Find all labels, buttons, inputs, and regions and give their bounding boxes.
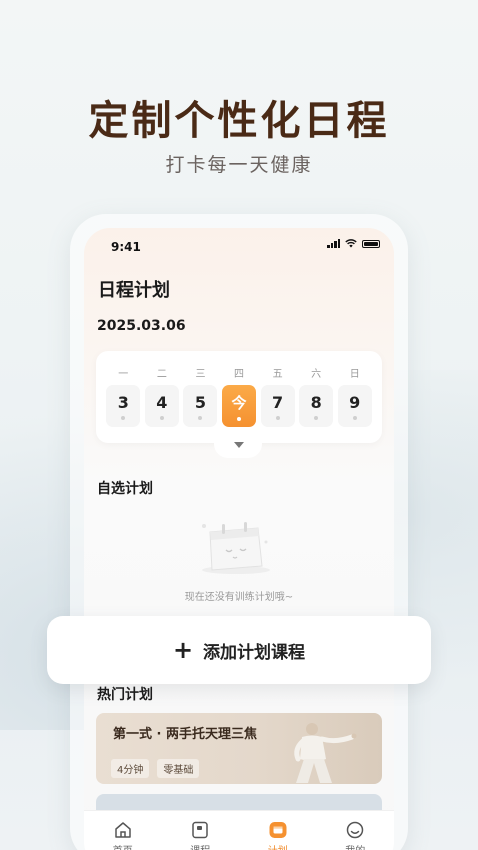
day-cell[interactable]: 7: [260, 385, 295, 427]
weekday-label: 三: [195, 369, 206, 380]
empty-state-text: 现在还没有训练计划哦~: [184, 592, 294, 603]
taichi-figure-image: [294, 723, 357, 783]
tab-label: 我的: [345, 842, 365, 850]
weekday-label: 五: [272, 369, 283, 380]
signal-icon: [327, 239, 340, 248]
weekday-label: 四: [234, 369, 245, 380]
day-cell[interactable]: 3: [106, 385, 141, 427]
weekday-label: 一: [118, 369, 129, 380]
chevron-down-icon[interactable]: [234, 442, 244, 448]
custom-plans-title: 自选计划: [97, 481, 153, 497]
course-icon: [192, 821, 208, 839]
hot-plan-card[interactable]: 第一式 · 两手托天理三焦 4分钟 零基础: [96, 713, 382, 784]
add-plan-label: 添加计划课程: [203, 642, 306, 663]
profile-icon: [347, 821, 364, 839]
tab-home[interactable]: 首页: [98, 821, 148, 850]
weekday-label: 六: [311, 369, 322, 380]
page-title: 日程计划: [98, 280, 170, 301]
tab-label: 首页: [113, 842, 133, 850]
level-tag: 零基础: [157, 759, 200, 778]
duration-tag: 4分钟: [111, 759, 150, 778]
day-cell-today[interactable]: 今: [222, 385, 257, 427]
status-icons: [327, 239, 380, 248]
bottom-tab-bar: 首页 课程 计划 我的: [84, 810, 394, 850]
plan-icon: [269, 822, 287, 838]
hot-plan-title: 第一式 · 两手托天理三焦: [113, 727, 257, 742]
day-cell[interactable]: 5: [183, 385, 218, 427]
wifi-icon: [345, 239, 357, 248]
weekday-label: 日: [349, 369, 360, 380]
current-date: 2025.03.06: [97, 318, 186, 334]
day-row: 3 4 5 今 7 8 9: [104, 385, 374, 427]
tab-profile[interactable]: 我的: [330, 821, 380, 850]
day-cell[interactable]: 9: [337, 385, 372, 427]
tab-course[interactable]: 课程: [175, 821, 225, 850]
tab-label: 计划: [268, 842, 288, 850]
week-calendar: 一 二 三 四 五 六 日 3 4 5 今 7 8 9: [96, 351, 382, 443]
day-cell[interactable]: 4: [144, 385, 179, 427]
weekday-label: 二: [156, 369, 167, 380]
home-icon: [115, 822, 131, 838]
tab-plan[interactable]: 计划: [253, 821, 303, 850]
promo-headline: 定制个性化日程: [88, 98, 390, 144]
plus-icon: +: [172, 636, 194, 664]
promo-subheadline: 打卡每一天健康: [165, 154, 313, 176]
tab-label: 课程: [190, 842, 210, 850]
add-plan-button[interactable]: + 添加计划课程: [47, 616, 431, 684]
hot-plans-title: 热门计划: [97, 687, 153, 703]
day-cell[interactable]: 8: [299, 385, 334, 427]
phone-screen: 9:41 日程计划 2025.03.06 一 二 三 四 五 六 日 3 4 5…: [84, 228, 394, 850]
weekday-labels: 一 二 三 四 五 六 日: [104, 365, 374, 380]
status-time: 9:41: [111, 240, 141, 254]
hot-plan-tags: 4分钟 零基础: [111, 759, 200, 778]
empty-calendar-illustration: [202, 522, 270, 574]
battery-icon: [362, 239, 380, 248]
